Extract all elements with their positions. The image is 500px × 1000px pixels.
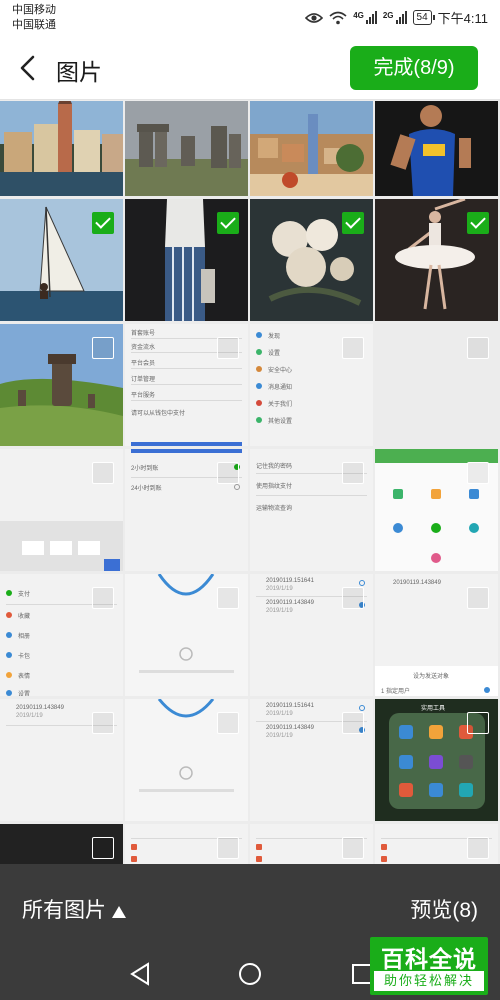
photo-checkbox[interactable]	[342, 837, 364, 859]
status-bar: 中国移动 中国联通 4G 2G 54 下午4:11	[0, 0, 500, 36]
screenshot-thumb-send-target[interactable]: 20190119.143849 设为发送对象 1 指定用户	[375, 574, 498, 696]
watermark-sub: 助你轻松解决	[374, 971, 484, 991]
photo-checkbox[interactable]	[467, 712, 489, 734]
barcelona-photo	[250, 101, 373, 196]
photo-checkbox[interactable]	[92, 462, 114, 484]
triangle-back-icon	[130, 962, 149, 986]
photo-thumb-fashion[interactable]	[125, 199, 248, 321]
album-selector-label: 所有图片	[22, 899, 106, 922]
photo-checkbox[interactable]	[217, 837, 239, 859]
screenshot-thumb-keyboard[interactable]	[0, 449, 123, 571]
photo-checkbox[interactable]	[92, 212, 114, 234]
screenshot-thumb-settings-list[interactable]: 发现 设置 安全中心 消息通知 关于我们 其他设置	[250, 324, 373, 446]
photo-checkbox[interactable]	[92, 337, 114, 359]
circle-home-icon	[239, 963, 261, 985]
screenshot-thumb-row7-1[interactable]	[0, 824, 123, 864]
photo-checkbox[interactable]	[217, 587, 239, 609]
nav-back-button[interactable]	[126, 960, 154, 988]
city-photo	[0, 101, 123, 196]
screenshot-thumb-payment-settings[interactable]: 记住我的密码 使用指纹支付 运输物流查询	[250, 449, 373, 571]
status-icons: 4G 2G 54 下午4:11	[305, 8, 488, 27]
photo-checkbox[interactable]	[342, 462, 364, 484]
carrier-info: 中国移动 中国联通	[12, 3, 56, 33]
screenshot-thumb-app-grid[interactable]	[375, 449, 498, 571]
screenshot-thumb-blank[interactable]	[375, 324, 498, 446]
photo-checkbox[interactable]	[467, 462, 489, 484]
basketball-player-photo	[375, 101, 498, 196]
screenshot-thumb-row7-2[interactable]	[125, 824, 248, 864]
photo-checkbox[interactable]	[92, 712, 114, 734]
photo-checkbox[interactable]	[217, 462, 239, 484]
watermark-logo: 百科全说 助你轻松解决	[370, 937, 488, 995]
photo-checkbox[interactable]	[217, 212, 239, 234]
photo-checkbox[interactable]	[342, 712, 364, 734]
back-arrow-icon	[20, 55, 35, 81]
eye-icon	[305, 12, 324, 23]
back-button[interactable]	[14, 52, 44, 84]
signal-2g-icon: 2G	[383, 11, 407, 24]
screenshot-thumb-row7-3[interactable]	[250, 824, 373, 864]
screenshot-thumb-tools[interactable]: 实用工具	[375, 699, 498, 821]
photo-thumb-roses[interactable]	[250, 199, 373, 321]
photo-thumb-windsurf[interactable]	[0, 199, 123, 321]
battery-icon: 54	[412, 10, 435, 25]
done-button[interactable]: 完成(8/9)	[350, 46, 478, 90]
photo-thumb-moai[interactable]	[0, 324, 123, 446]
clock: 下午4:11	[437, 11, 488, 26]
screenshot-thumb-account-list[interactable]: 首套账号 资金流水 平台会员 订单管理 平台服务 请可以从钱包中支付	[125, 324, 248, 446]
photo-thumb-ballet[interactable]	[375, 199, 498, 321]
screenshot-thumb-transfer-time[interactable]: 2小时到账 24小时到账	[125, 449, 248, 571]
page-title: 图片	[56, 59, 102, 85]
watermark-main: 百科全说	[381, 946, 477, 972]
photo-thumb-city[interactable]	[0, 101, 123, 196]
photo-thumb-basketball[interactable]	[375, 101, 498, 196]
wifi-icon	[329, 11, 347, 24]
photo-checkbox[interactable]	[467, 587, 489, 609]
photo-thumb-park-guell[interactable]	[250, 101, 373, 196]
screenshot-thumb-file-list-1[interactable]: 20190119.151641 2019/1/19 20190119.14384…	[250, 574, 373, 696]
photo-checkbox[interactable]	[467, 837, 489, 859]
photo-thumb-stonehenge[interactable]	[125, 101, 248, 196]
preview-button[interactable]: 预览(8)	[410, 894, 478, 924]
screenshot-thumb-wechat-me[interactable]: 支付 收藏 相册 卡包 表情 设置	[0, 574, 123, 696]
header: 图片 完成(8/9)	[0, 36, 500, 100]
photo-checkbox[interactable]	[217, 337, 239, 359]
stonehenge-photo	[125, 101, 248, 196]
nav-home-button[interactable]	[236, 960, 264, 988]
photo-checkbox[interactable]	[217, 712, 239, 734]
photo-checkbox[interactable]	[467, 212, 489, 234]
screenshot-thumb-row7-4[interactable]	[375, 824, 498, 864]
bottom-action-bar: 所有图片 预览(8)	[0, 864, 500, 948]
carrier-2: 中国联通	[12, 19, 56, 31]
screenshot-thumb-file-list-2[interactable]: 20190119.151641 2019/1/19 20190119.14384…	[250, 699, 373, 821]
triangle-down-icon	[112, 906, 126, 918]
photo-grid: 首套账号 资金流水 平台会员 订单管理 平台服务 请可以从钱包中支付 发现 设置…	[0, 101, 500, 864]
signal-4g-icon: 4G	[353, 11, 377, 24]
screenshot-thumb-empty-state-2[interactable]	[125, 699, 248, 821]
photo-checkbox[interactable]	[92, 837, 114, 859]
carrier-1: 中国移动	[12, 4, 56, 16]
photo-checkbox[interactable]	[92, 587, 114, 609]
photo-checkbox[interactable]	[342, 212, 364, 234]
album-selector[interactable]: 所有图片	[22, 894, 126, 924]
photo-checkbox[interactable]	[342, 587, 364, 609]
photo-checkbox[interactable]	[342, 337, 364, 359]
screenshot-thumb-file-item[interactable]: 20190119.143849 2019/1/19	[0, 699, 123, 821]
screenshot-thumb-empty-state-1[interactable]	[125, 574, 248, 696]
photo-checkbox[interactable]	[467, 337, 489, 359]
